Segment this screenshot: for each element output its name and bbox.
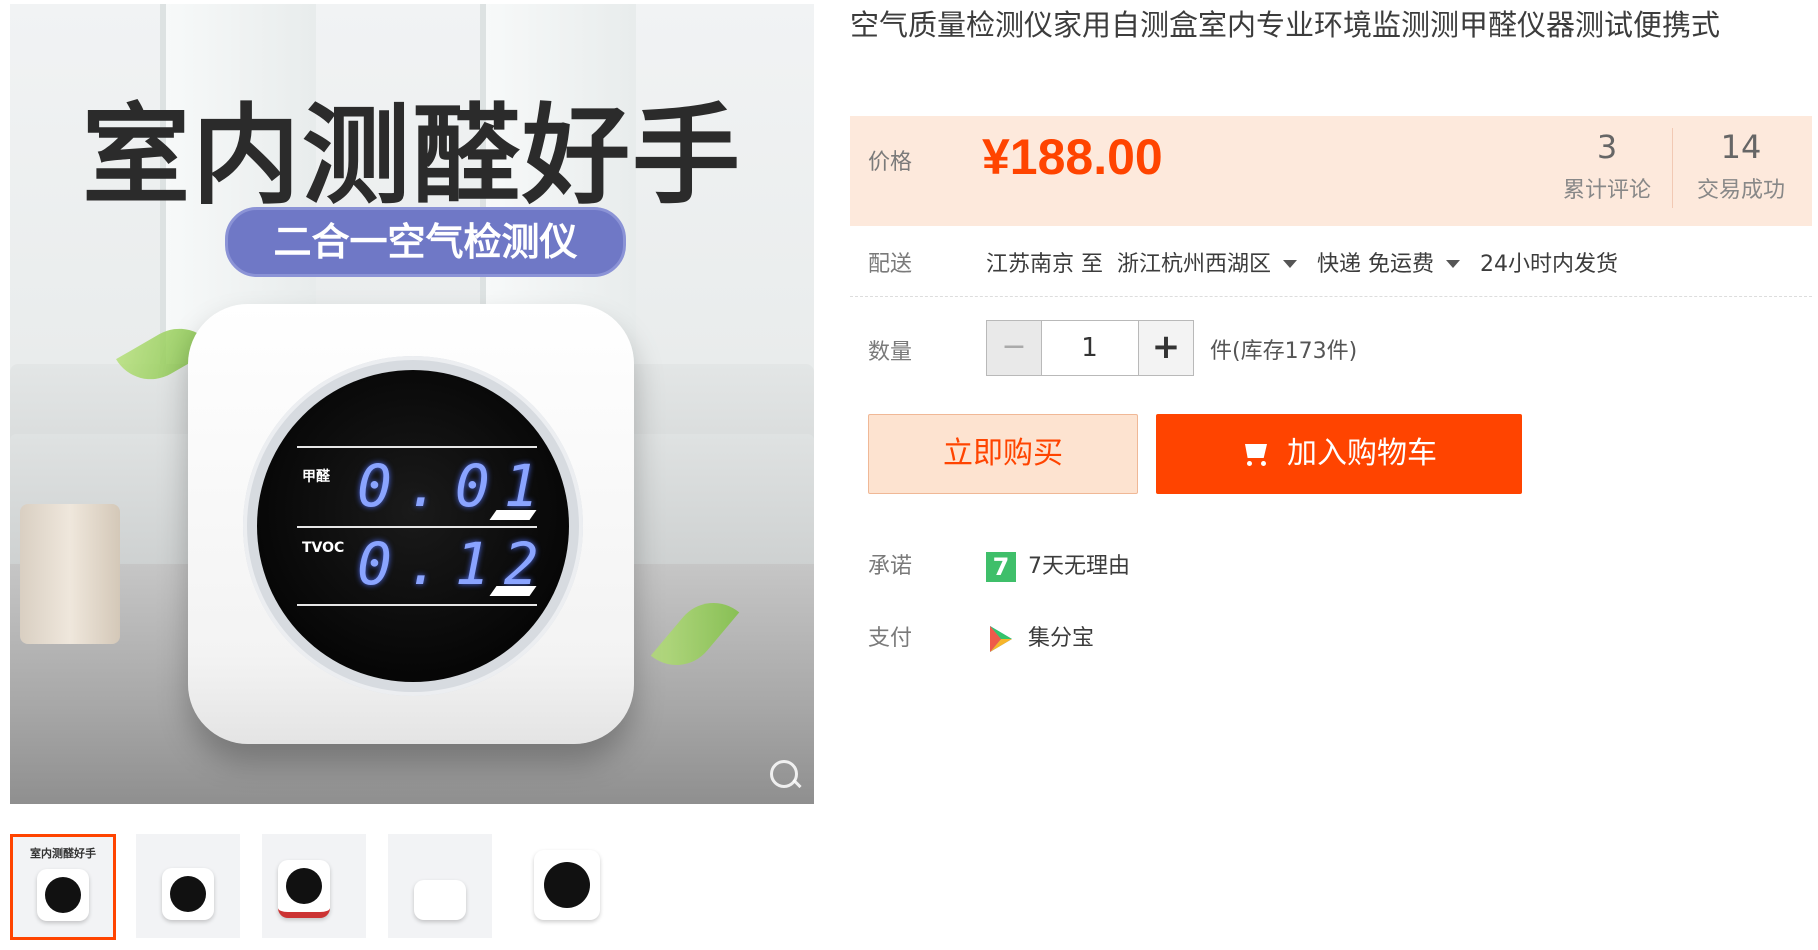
seven-day-badge-icon: 7 — [986, 552, 1016, 582]
section-divider — [850, 296, 1812, 297]
reviews-label: 累计评论 — [1562, 178, 1651, 203]
thumbnail-device — [162, 868, 214, 920]
chevron-down-icon[interactable] — [1446, 259, 1461, 268]
sales-count: 14 — [1720, 128, 1762, 166]
background-side-table — [20, 504, 120, 644]
quantity-label: 数量 — [868, 340, 913, 365]
thumbnail-2[interactable] — [136, 834, 240, 938]
thumbnail-title: 室内测醛好手 — [30, 847, 96, 860]
increase-quantity-button[interactable]: + — [1138, 321, 1193, 375]
jifenbao-icon — [990, 626, 1012, 652]
quantity-input[interactable]: 1 — [1042, 321, 1137, 375]
price-panel: 价格 ¥188.00 3 累计评论 14 交易成功 — [850, 116, 1812, 226]
quantity-stepper: − 1 + — [986, 320, 1194, 376]
price-value: ¥188.00 — [982, 129, 1163, 185]
payment-info[interactable]: 集分宝 — [986, 620, 1094, 654]
promise-label: 承诺 — [868, 554, 913, 579]
reviews-stat[interactable]: 3 累计评论 — [1542, 128, 1672, 204]
ship-time: 24小时内发货 — [1480, 252, 1619, 277]
payment-text: 集分宝 — [1028, 626, 1095, 651]
add-to-cart-button[interactable]: 加入购物车 — [1156, 414, 1522, 494]
thumbnail-5[interactable] — [514, 834, 618, 938]
thumbnail-4[interactable] — [388, 834, 492, 938]
device-screen: 甲醛 0.01 TVOC 0.12 — [257, 370, 569, 682]
promise-info[interactable]: 7 7天无理由 — [986, 548, 1130, 582]
decrease-quantity-button[interactable]: − — [987, 321, 1042, 375]
banner-subtitle: 二合一空气检测仪 — [225, 207, 626, 277]
payment-label: 支付 — [868, 626, 913, 651]
delivery-info: 江苏南京 至 浙江杭州西湖区 快递 免运费 24小时内发货 — [986, 246, 1618, 278]
screen-label-formaldehyde: 甲醛 — [302, 469, 330, 485]
delivery-from: 江苏南京 至 — [986, 252, 1103, 277]
delivery-destination[interactable]: 浙江杭州西湖区 — [1117, 252, 1271, 277]
screen-divider — [297, 604, 537, 606]
thumbnail-device — [414, 880, 466, 920]
promise-text: 7天无理由 — [1028, 554, 1130, 579]
buy-now-button[interactable]: 立即购买 — [868, 414, 1138, 494]
delivery-label: 配送 — [868, 252, 913, 277]
reviews-count: 3 — [1596, 128, 1618, 166]
screen-label-tvoc: TVOC — [302, 540, 345, 556]
thumbnail-device — [278, 860, 330, 918]
banner-title: 室内测醛好手 — [81, 94, 742, 219]
zoom-icon[interactable] — [770, 760, 798, 788]
sales-label: 交易成功 — [1696, 178, 1785, 203]
screen-divider — [297, 526, 537, 528]
thumbnail-1[interactable]: 室内测醛好手 — [10, 834, 116, 940]
main-product-image[interactable]: 室内测醛好手 二合一空气检测仪 甲醛 0.01 TVOC 0.12 — [10, 4, 814, 804]
sales-stat: 14 交易成功 — [1676, 128, 1806, 204]
price-label: 价格 — [868, 150, 913, 175]
chevron-down-icon[interactable] — [1283, 259, 1298, 268]
screen-level-mark — [489, 510, 537, 520]
thumbnail-device — [37, 869, 89, 921]
stock-info: 件(库存173件) — [1210, 339, 1358, 364]
thumbnail-device — [534, 850, 600, 920]
thumbnail-3[interactable] — [262, 834, 366, 938]
cart-icon — [1241, 444, 1271, 466]
air-quality-device: 甲醛 0.01 TVOC 0.12 — [188, 304, 634, 744]
add-to-cart-label: 加入购物车 — [1287, 436, 1437, 471]
stat-divider — [1672, 128, 1673, 208]
product-title: 空气质量检测仪家用自测盒室内专业环境监测测甲醛仪器测试便携式 — [850, 8, 1721, 42]
screen-level-mark — [489, 586, 537, 596]
shipping-method[interactable]: 快递 免运费 — [1317, 252, 1434, 277]
screen-divider — [297, 446, 537, 448]
device-ring: 甲醛 0.01 TVOC 0.12 — [243, 356, 583, 696]
